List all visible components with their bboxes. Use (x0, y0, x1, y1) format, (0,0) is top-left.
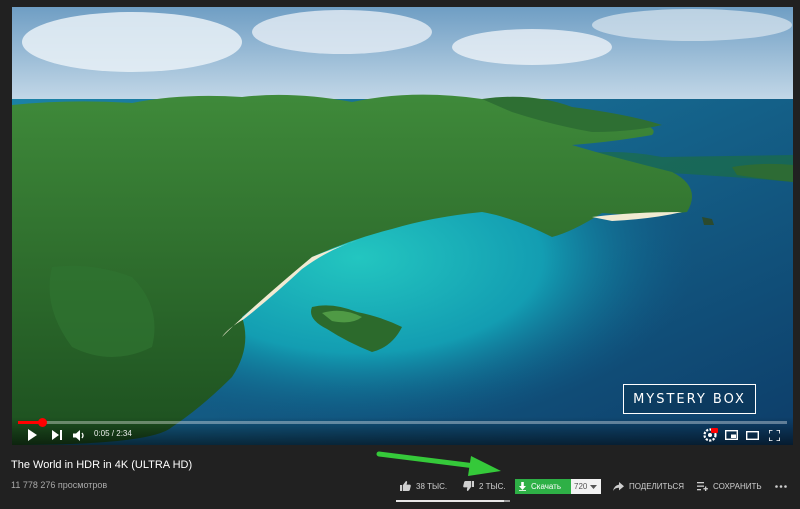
chevron-down-icon (590, 484, 598, 489)
play-button[interactable] (26, 428, 38, 442)
next-icon (52, 430, 62, 440)
more-actions-button[interactable] (775, 479, 787, 493)
progress-bar[interactable] (18, 418, 787, 427)
thumbs-up-icon (400, 481, 411, 491)
like-count: 38 ТЫС. (416, 481, 448, 491)
more-icon (775, 484, 787, 488)
progress-knob[interactable] (38, 418, 48, 427)
fullscreen-button[interactable] (767, 428, 781, 442)
volume-button[interactable] (72, 428, 86, 442)
video-frame (12, 7, 793, 445)
like-ratio-bar (396, 500, 510, 502)
save-button[interactable]: СОХРАНИТЬ (697, 479, 762, 493)
add-to-playlist-icon (697, 481, 708, 491)
video-player[interactable]: MYSTERY BOX 0:05 / 2:34 (12, 7, 793, 445)
download-button[interactable]: Скачать (515, 479, 571, 494)
like-button[interactable]: 38 ТЫС. (400, 479, 447, 493)
share-button[interactable]: ПОДЕЛИТЬСЯ (613, 479, 684, 493)
annotation-arrow-icon (376, 451, 501, 476)
volume-icon (72, 429, 84, 441)
save-label: СОХРАНИТЬ (713, 481, 762, 491)
fullscreen-icon (768, 429, 780, 441)
quality-value: 720 (574, 482, 588, 491)
settings-button[interactable] (702, 428, 718, 442)
thumbs-down-icon (463, 481, 474, 491)
share-label: ПОДЕЛИТЬСЯ (629, 481, 685, 491)
download-icon (519, 482, 526, 491)
next-button[interactable] (51, 428, 63, 442)
quality-select[interactable]: 720 (571, 479, 601, 494)
view-count: 11 778 276 просмотров (11, 480, 108, 490)
dislike-button[interactable]: 2 ТЫС. (463, 479, 506, 493)
video-title: The World in HDR in 4K (ULTRA HD) (11, 459, 193, 471)
download-label: Скачать (531, 482, 561, 491)
settings-hdr-icon (702, 428, 718, 442)
player-controls: 0:05 / 2:34 (12, 417, 793, 445)
channel-watermark: MYSTERY BOX (623, 384, 756, 414)
time-display: 0:05 / 2:34 (94, 429, 132, 438)
play-icon (28, 429, 37, 441)
like-ratio-fill (396, 500, 505, 502)
share-icon (613, 481, 624, 491)
theater-mode-button[interactable] (745, 428, 759, 442)
miniplayer-icon (724, 430, 738, 440)
dislike-count: 2 ТЫС. (479, 481, 506, 491)
miniplayer-button[interactable] (724, 428, 738, 442)
theater-icon (745, 430, 759, 440)
